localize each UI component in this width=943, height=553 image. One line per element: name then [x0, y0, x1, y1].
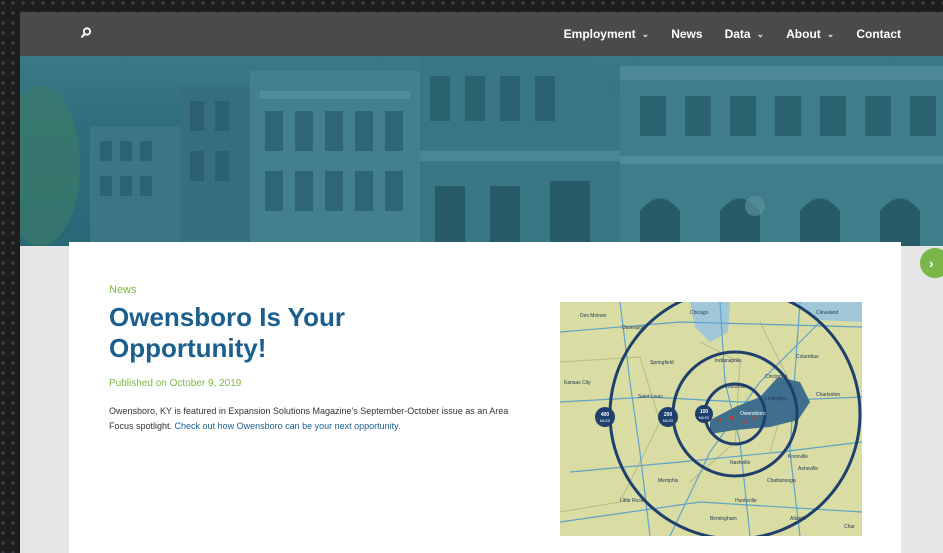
- article-publish-date: Published on October 9, 2019: [109, 378, 242, 389]
- menu-item-data[interactable]: Data ⌄: [725, 27, 765, 41]
- menu-item-label: About: [786, 27, 821, 41]
- svg-text:100: 100: [700, 409, 709, 415]
- svg-text:Charleston: Charleston: [816, 392, 840, 398]
- menu-item-contact[interactable]: Contact: [856, 27, 901, 41]
- svg-text:Owensboro: Owensboro: [740, 411, 766, 417]
- article-card: News Owensboro Is Your Opportunity! Publ…: [69, 242, 901, 553]
- svg-text:Huntsville: Huntsville: [735, 498, 757, 504]
- article-map-image[interactable]: 400 MILES 200 MILES 100 MILES Des Moines…: [560, 302, 862, 536]
- next-arrow-button[interactable]: ›: [920, 248, 943, 278]
- svg-text:Springfield: Springfield: [650, 360, 674, 366]
- menu-item-label: News: [671, 27, 703, 41]
- menu-item-label: Contact: [856, 27, 901, 41]
- svg-text:Char: Char: [844, 524, 855, 530]
- svg-text:Memphis: Memphis: [658, 478, 679, 484]
- menu-item-about[interactable]: About ⌄: [786, 27, 834, 41]
- svg-text:Des Moines: Des Moines: [580, 313, 607, 319]
- svg-text:MILES: MILES: [600, 419, 611, 423]
- svg-text:Chattanooga: Chattanooga: [767, 478, 796, 484]
- top-navigation: Employment ⌄ News Data ⌄ About ⌄ Contact: [20, 12, 943, 56]
- article-category[interactable]: News: [109, 284, 137, 296]
- article-body-link[interactable]: Check out how Owensboro can be your next…: [175, 421, 401, 431]
- svg-text:Nashville: Nashville: [730, 460, 751, 466]
- svg-text:Saint Louis: Saint Louis: [638, 394, 663, 400]
- article-title[interactable]: Owensboro Is Your Opportunity!: [109, 302, 429, 364]
- main-menu: Employment ⌄ News Data ⌄ About ⌄ Contact: [542, 12, 901, 56]
- chevron-down-icon: ⌄: [826, 28, 835, 39]
- svg-text:Louisville: Louisville: [725, 384, 746, 390]
- svg-text:200: 200: [664, 412, 673, 418]
- svg-text:MILES: MILES: [699, 416, 710, 420]
- article-body: Owensboro, KY is featured in Expansion S…: [109, 404, 529, 434]
- svg-text:Atlanta: Atlanta: [790, 516, 806, 522]
- chevron-down-icon: ⌄: [641, 28, 650, 39]
- svg-text:MILES: MILES: [663, 419, 674, 423]
- svg-text:Asheville: Asheville: [798, 466, 818, 472]
- menu-item-label: Data: [724, 27, 751, 41]
- svg-text:Columbus: Columbus: [796, 354, 819, 360]
- svg-text:Lexington: Lexington: [765, 396, 787, 402]
- svg-text:400: 400: [601, 412, 610, 418]
- svg-text:Indianapolis: Indianapolis: [715, 358, 742, 364]
- svg-text:Cleveland: Cleveland: [816, 310, 838, 316]
- search-icon[interactable]: [78, 25, 94, 41]
- menu-item-employment[interactable]: Employment ⌄: [564, 27, 650, 41]
- svg-text:Knoxville: Knoxville: [788, 454, 808, 460]
- browser-viewport: Employment ⌄ News Data ⌄ About ⌄ Contact: [20, 12, 943, 553]
- menu-item-news[interactable]: News: [671, 27, 702, 41]
- svg-text:Kansas City: Kansas City: [564, 380, 591, 386]
- hero-banner-image: [20, 56, 943, 246]
- svg-text:Chicago: Chicago: [690, 310, 709, 316]
- svg-text:Birmingham: Birmingham: [710, 516, 737, 522]
- svg-text:Davenport: Davenport: [622, 325, 646, 331]
- menu-item-label: Employment: [563, 27, 636, 41]
- chevron-down-icon: ⌄: [756, 28, 765, 39]
- svg-text:Little Rock: Little Rock: [620, 498, 644, 504]
- svg-text:Cincinnati: Cincinnati: [765, 374, 787, 380]
